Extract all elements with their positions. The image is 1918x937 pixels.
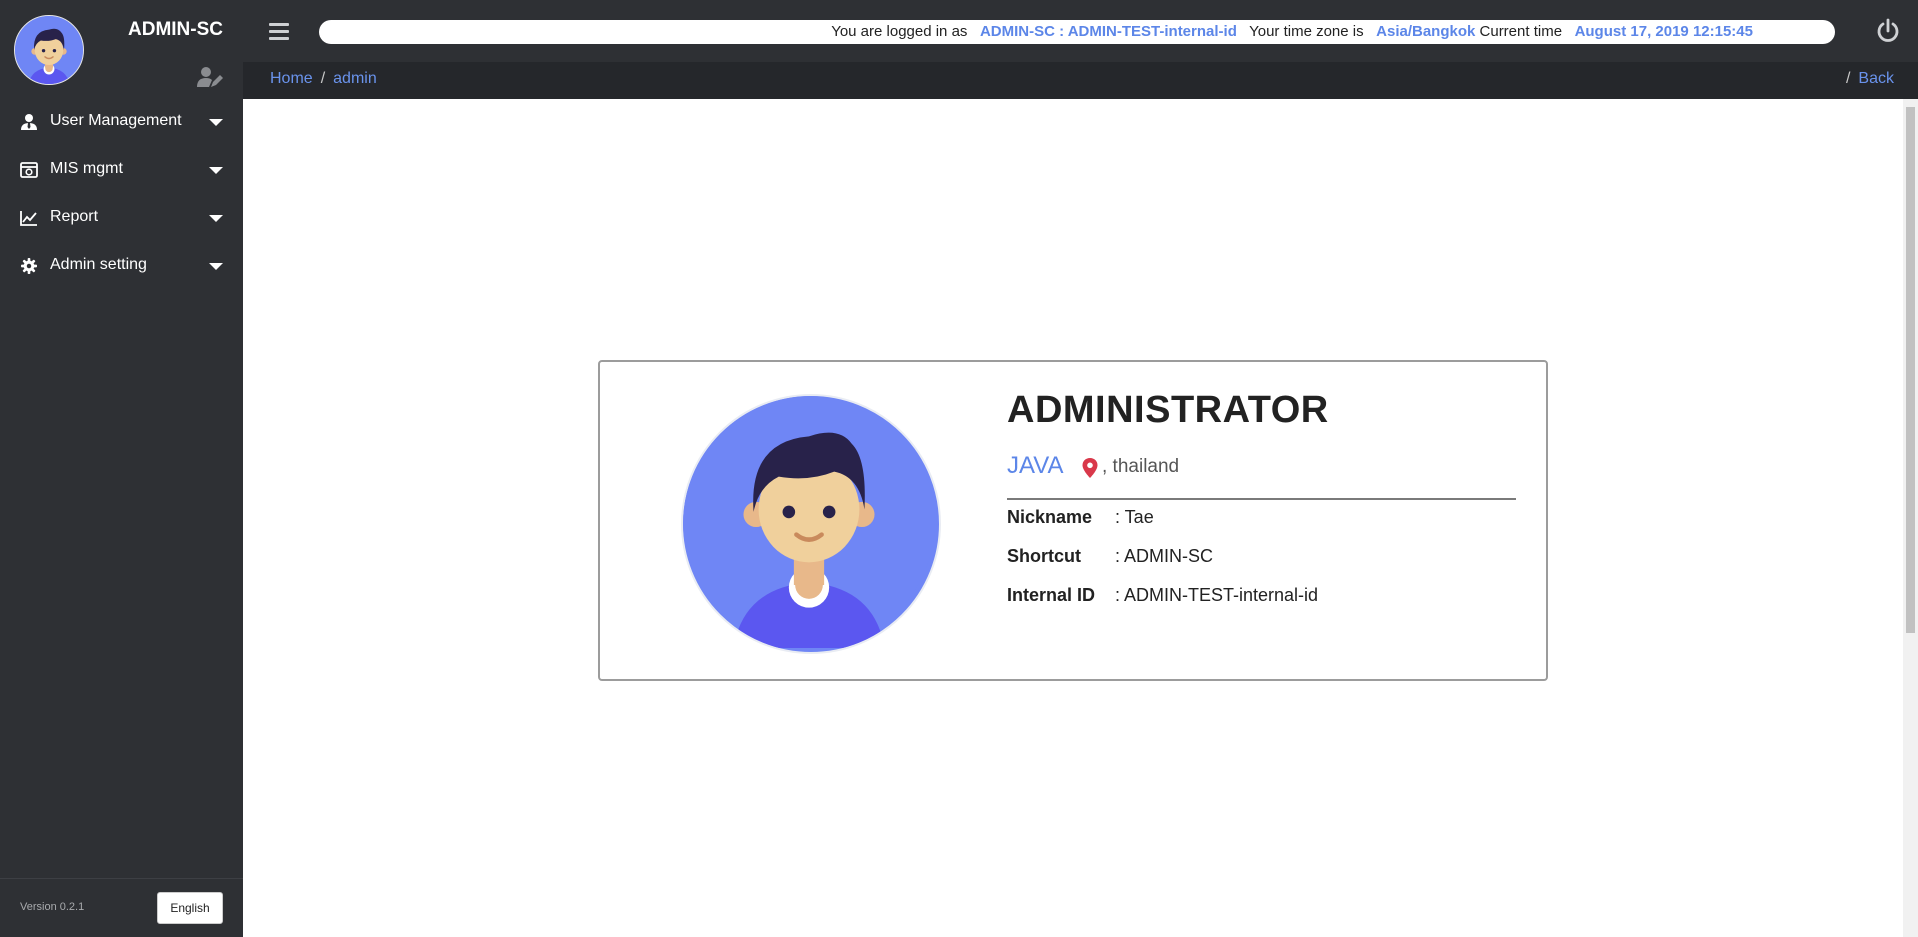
timezone-label: Your time zone is: [1249, 23, 1364, 40]
sidebar: ADMIN-SC User Management MIS mgmt Report…: [0, 0, 243, 937]
field-value: : Tae: [1115, 507, 1154, 527]
profile-subtitle: JAVA , thailand: [1007, 452, 1179, 482]
field-value: : ADMIN-TEST-internal-id: [1115, 585, 1319, 605]
back-link-wrap: / Back: [1846, 70, 1894, 88]
session-info-bar: You are logged in as ADMIN-SC : ADMIN-TE…: [319, 20, 1835, 44]
profile-field-shortcut: Shortcut : ADMIN-SC: [1007, 546, 1213, 567]
sidebar-item-label: MIS mgmt: [50, 160, 123, 177]
sidebar-item-user-management[interactable]: User Management: [0, 98, 243, 146]
divider: [1007, 498, 1516, 500]
caret-down-icon: [209, 167, 223, 174]
scrollbar[interactable]: [1903, 99, 1918, 937]
breadcrumb-current[interactable]: admin: [333, 70, 377, 87]
breadcrumb-home-link[interactable]: Home: [270, 70, 313, 87]
field-label: Shortcut: [1007, 546, 1081, 566]
avatar-illustration-icon: [15, 16, 83, 84]
field-value: : ADMIN-SC: [1115, 546, 1214, 566]
chart-line-icon: [20, 211, 37, 226]
profile-field-internal-id: Internal ID : ADMIN-TEST-internal-id: [1007, 585, 1318, 606]
back-separator: /: [1845, 70, 1851, 87]
avatar-illustration-icon: [683, 396, 935, 648]
sidebar-header: ADMIN-SC: [0, 0, 243, 98]
current-time-label: Current time: [1479, 23, 1563, 40]
server-icon: [20, 162, 38, 178]
topbar: You are logged in as ADMIN-SC : ADMIN-TE…: [243, 0, 1918, 62]
breadcrumb-bar: Home / admin / Back: [243, 62, 1918, 99]
avatar[interactable]: [14, 15, 84, 85]
gear-icon: [21, 258, 37, 274]
breadcrumb: Home / admin: [270, 70, 377, 88]
field-label: Nickname: [1007, 507, 1093, 527]
sidebar-item-mis-mgmt[interactable]: MIS mgmt: [0, 146, 243, 194]
breadcrumb-separator: /: [320, 70, 326, 87]
user-edit-icon[interactable]: [197, 66, 223, 88]
current-time-value: August 17, 2019 12:15:45: [1574, 23, 1753, 40]
profile-field-nickname: Nickname : Tae: [1007, 507, 1154, 528]
back-link[interactable]: Back: [1858, 70, 1894, 87]
sidebar-item-label: Report: [50, 208, 99, 225]
caret-down-icon: [209, 263, 223, 270]
profile-name: ADMINISTRATOR: [1007, 389, 1329, 431]
profile-job: JAVA: [1007, 452, 1064, 479]
caret-down-icon: [209, 119, 223, 126]
caret-down-icon: [209, 215, 223, 222]
user-tie-icon: [21, 114, 37, 130]
profile-avatar: [681, 394, 941, 654]
timezone-value: Asia/Bangkok: [1376, 23, 1476, 40]
sidebar-item-report[interactable]: Report: [0, 194, 243, 242]
sidebar-item-label: Admin setting: [50, 256, 147, 273]
field-label: Internal ID: [1007, 585, 1096, 605]
logged-in-label: You are logged in as: [831, 23, 968, 40]
logged-in-user: ADMIN-SC : ADMIN-TEST-internal-id: [979, 23, 1237, 40]
menu-toggle-icon[interactable]: [269, 23, 289, 40]
power-icon[interactable]: [1875, 18, 1901, 44]
profile-card: ADMINISTRATOR JAVA , thailand Nickname : …: [598, 360, 1548, 681]
profile-location: , thailand: [1102, 456, 1180, 477]
scrollbar-thumb[interactable]: [1906, 107, 1915, 633]
location-pin-icon: [1082, 458, 1098, 478]
sidebar-item-admin-setting[interactable]: Admin setting: [0, 242, 243, 290]
sidebar-menu: User Management MIS mgmt Report Admin se…: [0, 98, 243, 290]
sidebar-title: ADMIN-SC: [128, 19, 223, 40]
sidebar-item-label: User Management: [50, 112, 182, 129]
language-button[interactable]: English: [157, 892, 223, 924]
version-label: Version 0.2.1: [20, 901, 85, 913]
sidebar-footer: Version 0.2.1 English: [0, 878, 243, 937]
